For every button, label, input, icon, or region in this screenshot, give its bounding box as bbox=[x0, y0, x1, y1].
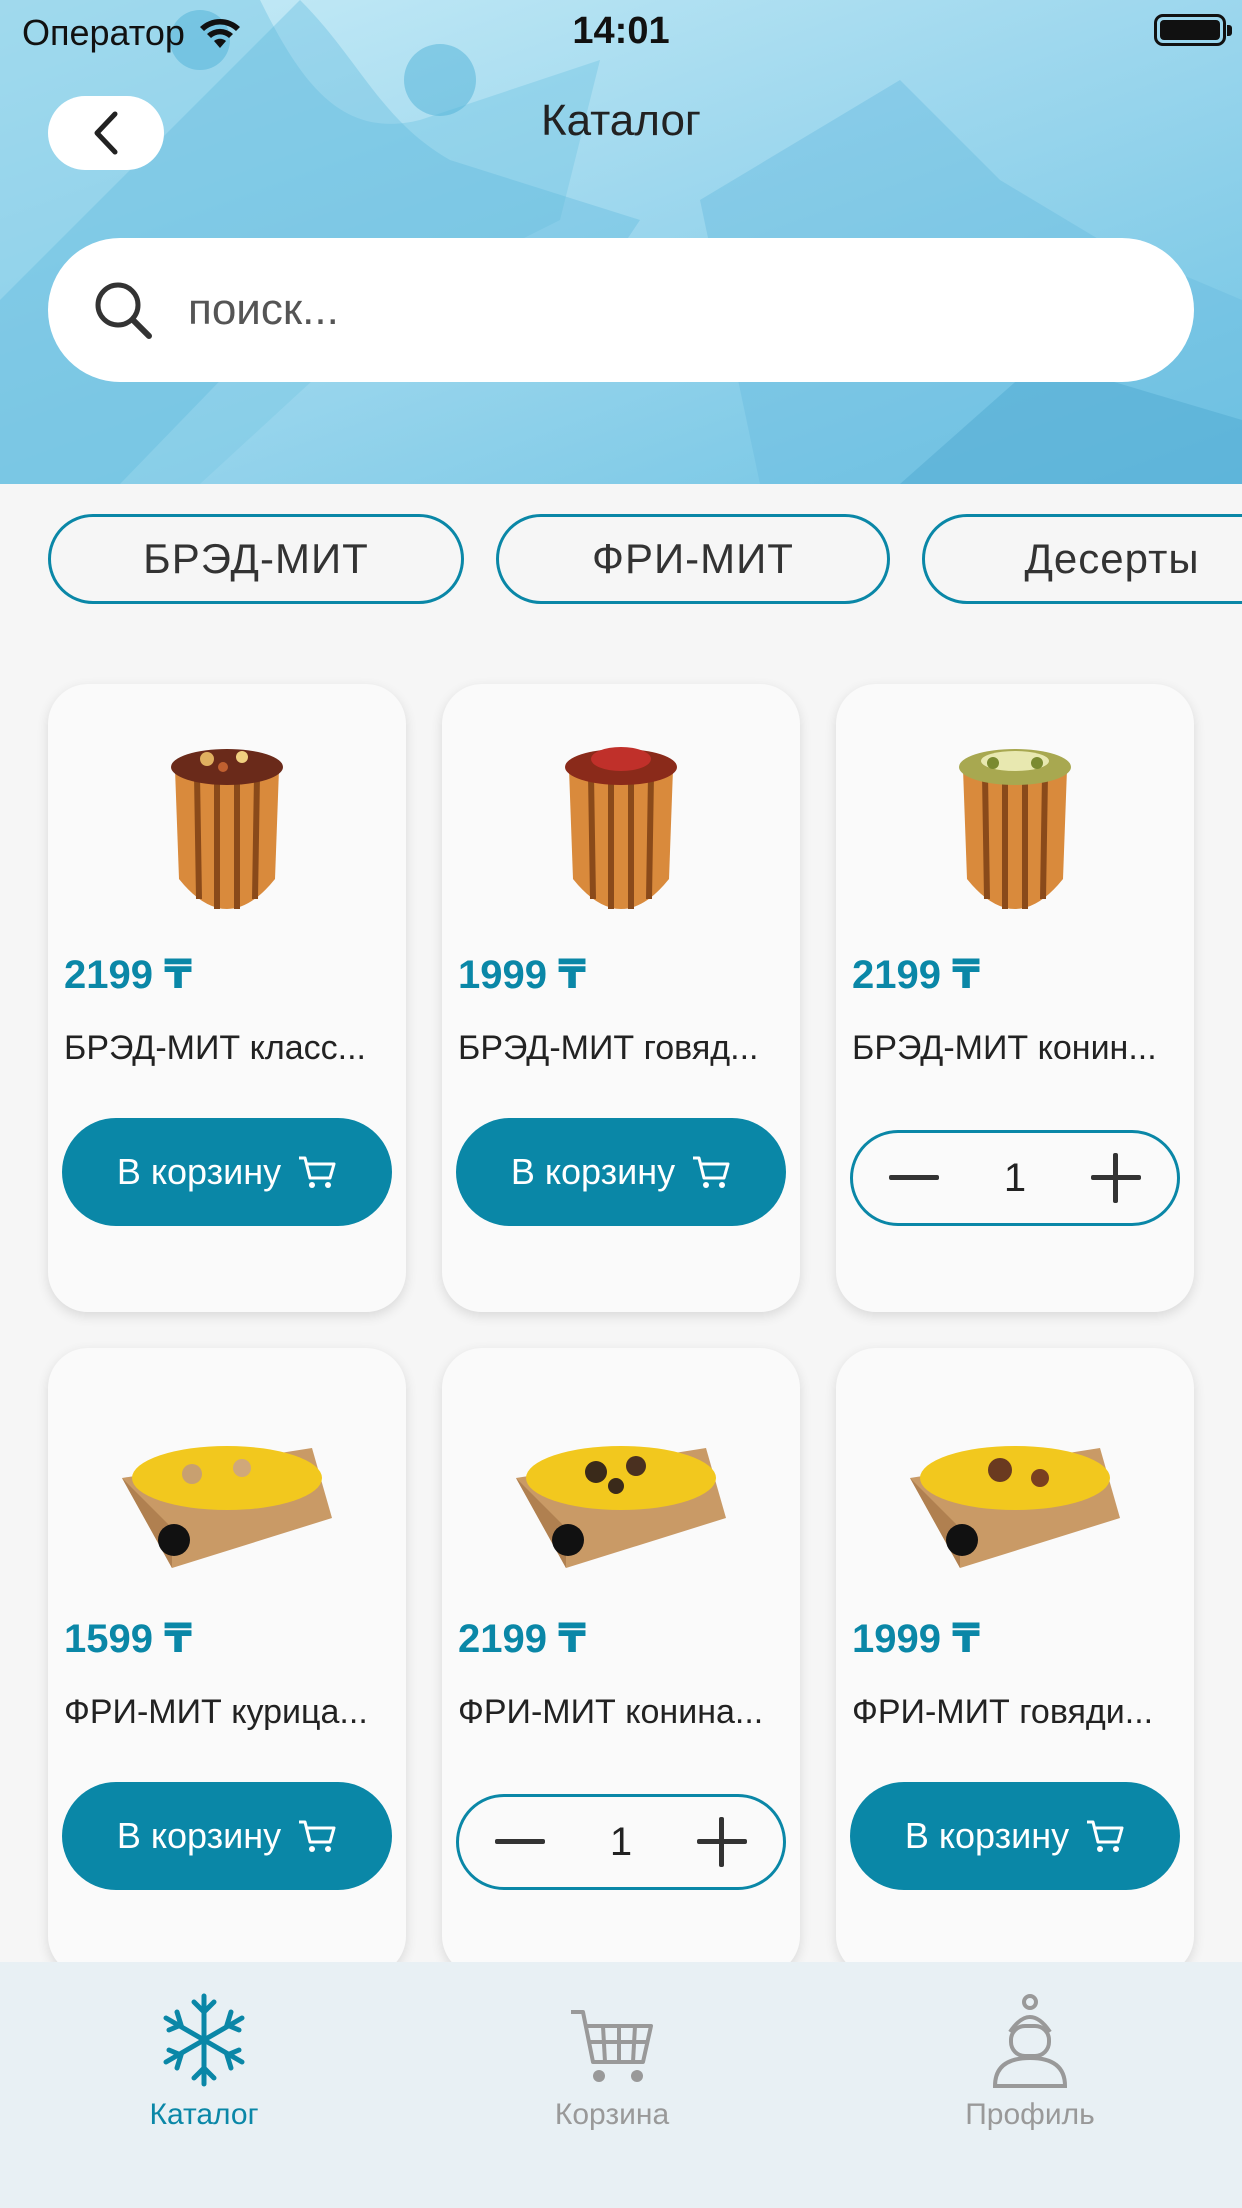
add-to-cart-label: В корзину bbox=[510, 1151, 676, 1192]
add-to-cart-label: В корзину bbox=[116, 1815, 282, 1856]
tab-profile[interactable]: Профиль bbox=[900, 1992, 1160, 2132]
product-price: 2199 ₸ bbox=[458, 1617, 586, 1661]
product-name: БРЭД-МИТ конин... bbox=[852, 1029, 1157, 1067]
add-to-cart-label: В корзину bbox=[116, 1151, 282, 1192]
category-chip-fri-mit[interactable]: ФРИ-МИТ bbox=[496, 514, 890, 604]
quantity-stepper[interactable]: 1 bbox=[850, 1130, 1180, 1226]
minus-icon[interactable] bbox=[889, 1174, 939, 1182]
tab-bar: Каталог Корзина Профиль bbox=[0, 1962, 1242, 2208]
category-chip-deserty[interactable]: Десерты bbox=[922, 514, 1242, 604]
cart-icon bbox=[1087, 1820, 1124, 1852]
plus-icon[interactable] bbox=[1091, 1153, 1141, 1203]
product-image bbox=[442, 714, 800, 944]
tab-profile-label: Профиль bbox=[965, 2098, 1095, 2131]
add-to-cart-button[interactable]: В корзину bbox=[850, 1782, 1180, 1890]
cart-icon bbox=[299, 1156, 336, 1188]
product-name: ФРИ-МИТ конина... bbox=[458, 1693, 764, 1731]
quantity-value: 1 bbox=[1003, 1155, 1027, 1200]
quantity-stepper[interactable]: 1 bbox=[456, 1794, 786, 1890]
search-bar[interactable] bbox=[48, 238, 1194, 382]
search-input[interactable] bbox=[188, 285, 1088, 335]
product-name: БРЭД-МИТ говяд... bbox=[458, 1029, 759, 1067]
category-chip-bred-mit[interactable]: БРЭД-МИТ bbox=[48, 514, 464, 604]
plus-icon[interactable] bbox=[697, 1817, 747, 1867]
header: Оператор 14:01 Каталог bbox=[0, 0, 1242, 484]
product-image bbox=[442, 1378, 800, 1608]
product-price: 1999 ₸ bbox=[458, 953, 586, 997]
product-price: 2199 ₸ bbox=[852, 953, 980, 997]
snowflake-icon bbox=[163, 1993, 245, 2087]
status-time: 14:01 bbox=[572, 10, 670, 52]
tab-cart[interactable]: Корзина bbox=[482, 1992, 742, 2132]
tab-catalog-label: Каталог bbox=[149, 2098, 259, 2131]
cart-icon bbox=[299, 1820, 336, 1852]
product-image bbox=[836, 714, 1194, 944]
product-card[interactable]: 1599 ₸ ФРИ-МИТ курица... В корзину bbox=[48, 1348, 406, 1976]
product-name: БРЭД-МИТ класс... bbox=[64, 1029, 366, 1067]
quantity-value: 1 bbox=[609, 1819, 633, 1864]
product-card[interactable]: 2199 ₸ ФРИ-МИТ конина... 1 bbox=[442, 1348, 800, 1976]
search-icon bbox=[88, 275, 158, 345]
product-card[interactable]: 2199 ₸ БРЭД-МИТ класс... В корзину bbox=[48, 684, 406, 1312]
product-card[interactable]: 1999 ₸ ФРИ-МИТ говяди... В корзину bbox=[836, 1348, 1194, 1976]
battery-icon bbox=[1154, 14, 1232, 46]
product-price: 2199 ₸ bbox=[64, 953, 192, 997]
tab-catalog[interactable]: Каталог bbox=[74, 1992, 334, 2132]
product-price: 1599 ₸ bbox=[64, 1617, 192, 1661]
product-image bbox=[48, 714, 406, 944]
page-title: Каталог bbox=[541, 96, 701, 145]
product-price: 1999 ₸ bbox=[852, 1617, 980, 1661]
cart-icon bbox=[693, 1156, 730, 1188]
product-name: ФРИ-МИТ курица... bbox=[64, 1693, 368, 1731]
product-card[interactable]: 1999 ₸ БРЭД-МИТ говяд... В корзину bbox=[442, 684, 800, 1312]
product-image bbox=[836, 1378, 1194, 1608]
add-to-cart-button[interactable]: В корзину bbox=[456, 1118, 786, 1226]
product-image bbox=[48, 1378, 406, 1608]
tab-cart-label: Корзина bbox=[554, 2098, 670, 2131]
category-chips: БРЭД-МИТ ФРИ-МИТ Десерты bbox=[0, 514, 1242, 606]
status-bar: Оператор 14:01 bbox=[0, 0, 1242, 62]
profile-icon bbox=[992, 1994, 1068, 2088]
cart-icon bbox=[571, 2010, 653, 2082]
add-to-cart-label: В корзину bbox=[904, 1815, 1070, 1856]
minus-icon[interactable] bbox=[495, 1838, 545, 1846]
add-to-cart-button[interactable]: В корзину bbox=[62, 1118, 392, 1226]
product-name: ФРИ-МИТ говяди... bbox=[852, 1693, 1154, 1731]
product-card[interactable]: 2199 ₸ БРЭД-МИТ конин... 1 bbox=[836, 684, 1194, 1312]
add-to-cart-button[interactable]: В корзину bbox=[62, 1782, 392, 1890]
